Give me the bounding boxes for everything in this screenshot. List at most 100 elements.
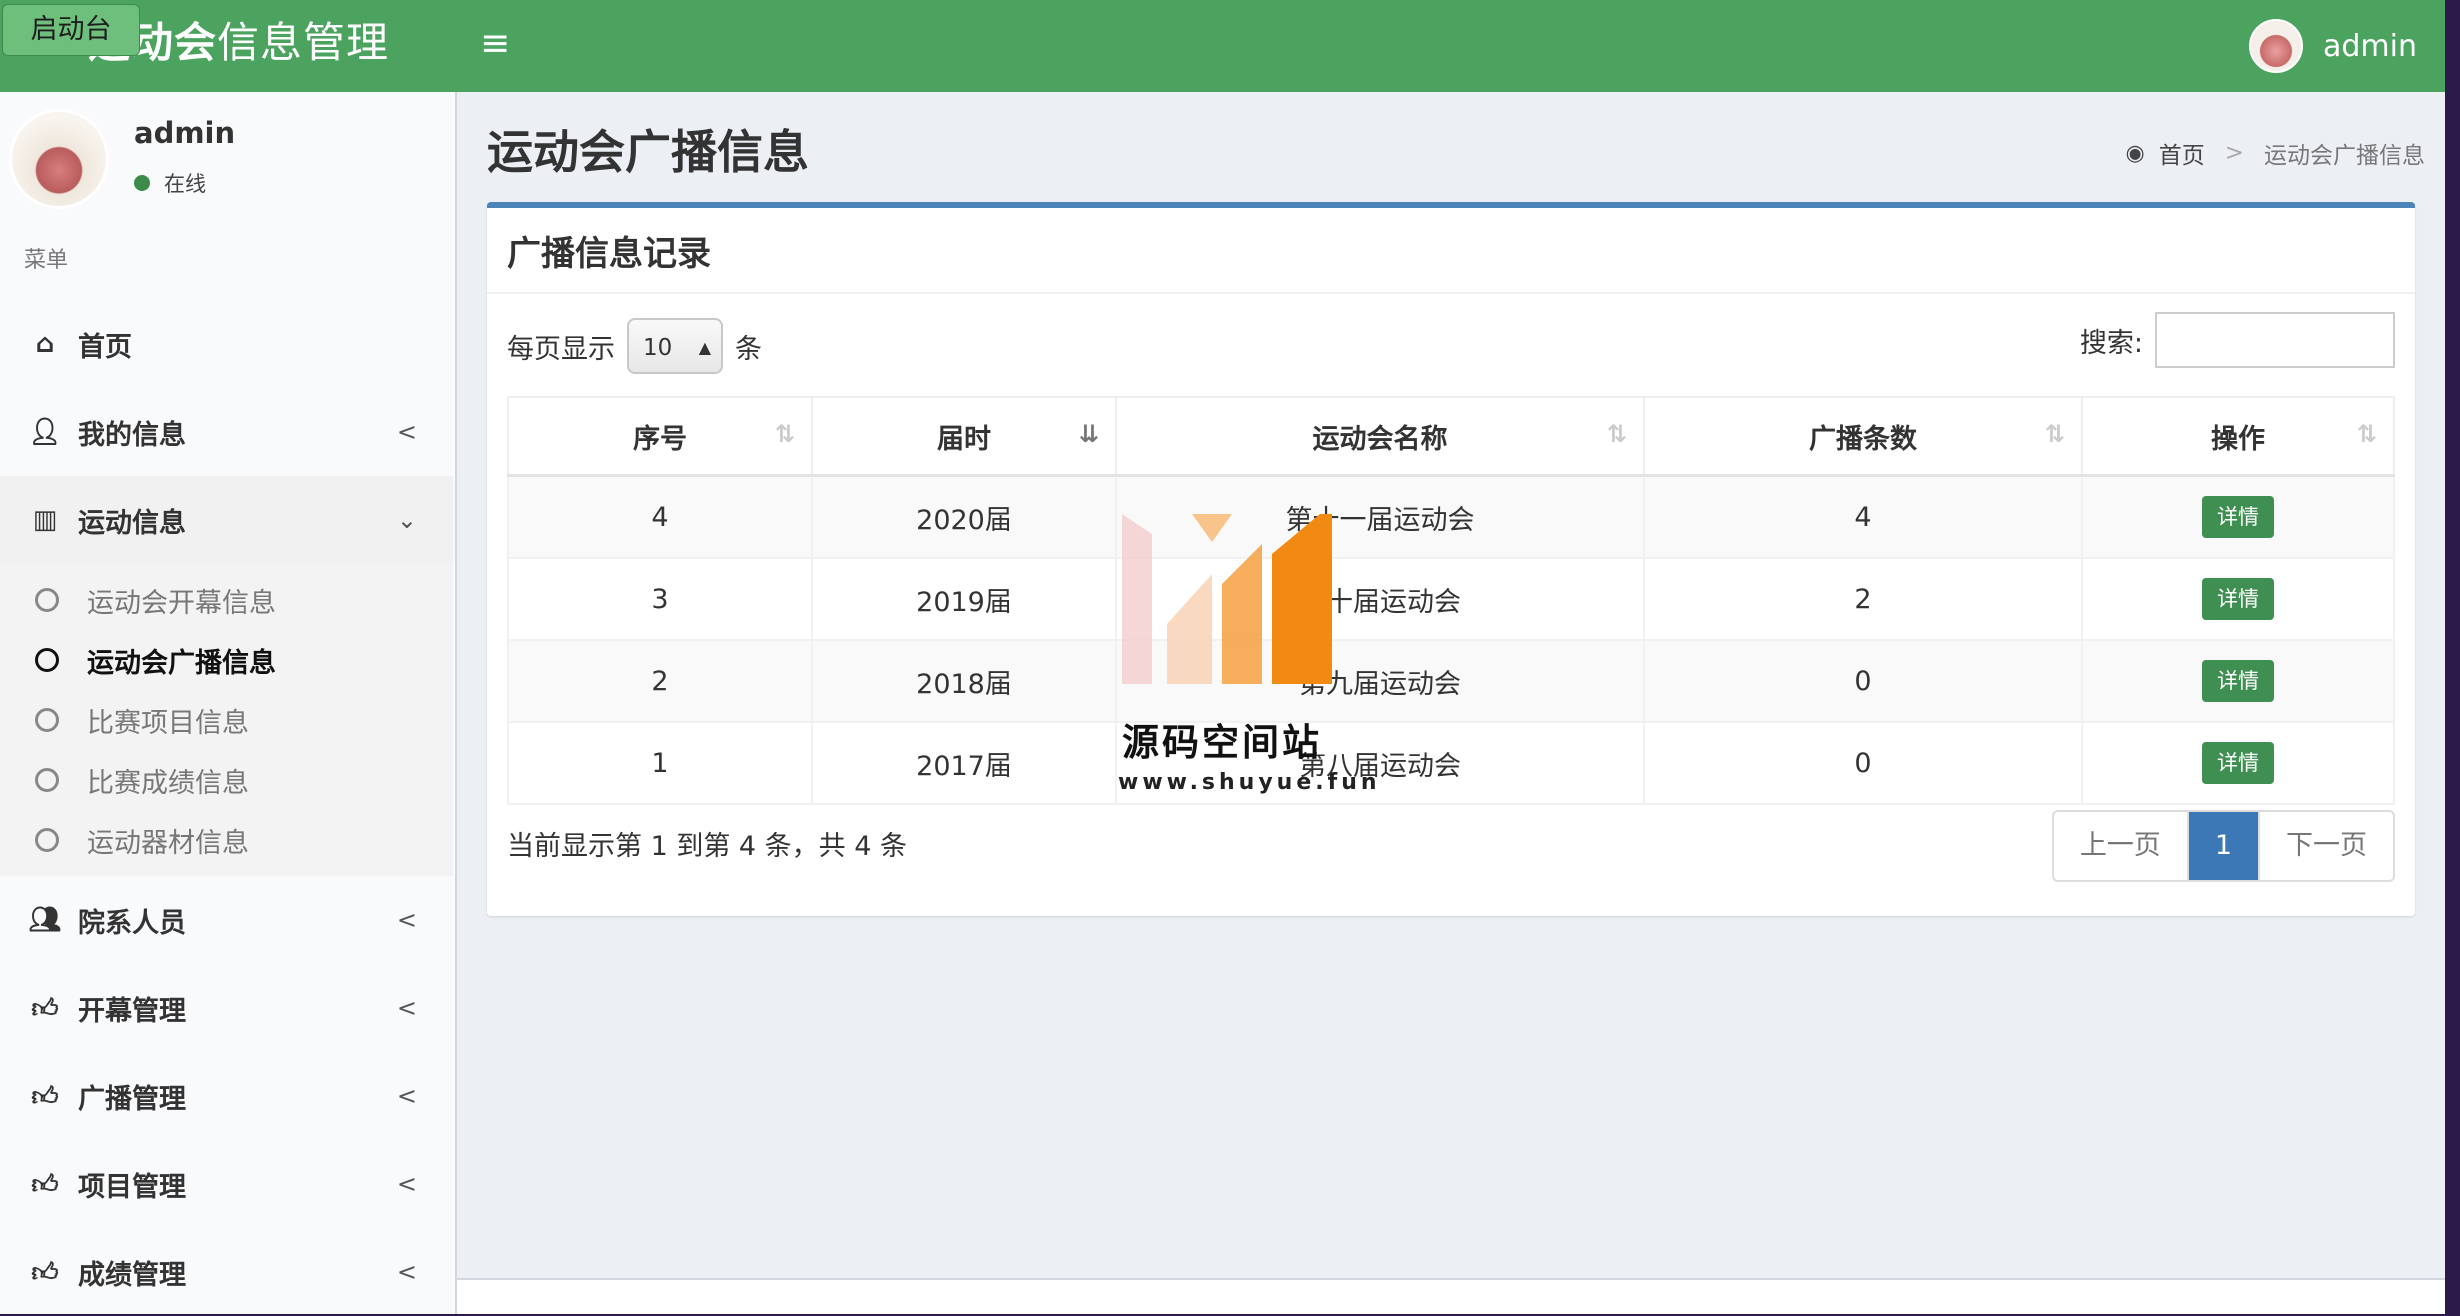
sidebar-item-label: 院系人员: [78, 907, 186, 939]
sidebar-item-department-staff[interactable]: 👥︎ 院系人员 <: [0, 876, 453, 964]
column-header-count[interactable]: 广播条数 ⇅: [1643, 396, 2083, 477]
detail-button[interactable]: 详情: [2202, 578, 2274, 620]
cell-id: 4: [507, 474, 813, 559]
bars-icon[interactable]: ≡: [480, 24, 510, 64]
column-label: 操作: [2211, 423, 2265, 455]
sidebar-item-label: 运动信息: [78, 507, 186, 539]
column-label: 届时: [937, 423, 991, 455]
table-row: 2 2018届 第九届运动会 0 详情: [507, 639, 2395, 723]
circle-icon: [35, 828, 59, 852]
sidebar-item-label: 开幕管理: [78, 995, 186, 1027]
watermark-text: 源码空间站: [1122, 721, 1322, 764]
pagination: 上一页 1 下一页: [2051, 810, 2395, 882]
sort-icon: ⇅: [2356, 420, 2377, 448]
sidebar-item-label: 成绩管理: [78, 1259, 186, 1291]
sort-icon: ⇅: [2044, 420, 2065, 448]
submenu-event-info[interactable]: 比赛项目信息: [0, 690, 453, 750]
avatar: [2249, 19, 2303, 73]
table-header-row: 序号 ⇅ 届时 ⇊ 运动会名称 ⇅ 广播条数 ⇅ 操作 ⇅: [507, 396, 2395, 477]
thumbs-up-icon: 👍︎: [31, 1081, 59, 1112]
detail-button[interactable]: 详情: [2202, 496, 2274, 538]
search-input[interactable]: [2155, 312, 2395, 368]
length-suffix: 条: [735, 333, 762, 365]
cell-action: 详情: [2081, 557, 2395, 641]
column-label: 广播条数: [1809, 423, 1917, 455]
main-content: 运动会广播信息 ◉ 首页 > 运动会广播信息 广播信息记录 每页显示 10 ▲ 条…: [457, 92, 2445, 1314]
page-title: 运动会广播信息: [487, 125, 809, 179]
status-text: 在线: [164, 172, 206, 196]
submenu-label: 运动会广播信息: [87, 647, 276, 679]
cell-year: 2020届: [811, 474, 1117, 559]
search-control: 搜索:: [2080, 312, 2395, 368]
user-icon: 👤︎: [28, 417, 62, 447]
circle-icon: [35, 768, 59, 792]
user-panel: admin 在线: [0, 92, 455, 222]
sidebar-item-label: 项目管理: [78, 1171, 186, 1203]
submenu-label: 运动器材信息: [87, 827, 249, 859]
sidebar-item-label: 我的信息: [78, 419, 186, 451]
dashboard-icon: ◉: [2125, 140, 2145, 166]
thumbs-up-icon: 👍︎: [31, 1169, 59, 1200]
top-user-menu[interactable]: admin: [2249, 18, 2417, 74]
sidebar-item-score-manage[interactable]: 👍︎ 成绩管理 <: [0, 1228, 453, 1316]
sidebar-user-name: admin: [134, 116, 236, 150]
breadcrumb-home[interactable]: 首页: [2159, 136, 2205, 170]
thumbs-up-icon: 👍︎: [31, 993, 59, 1024]
column-label: 运动会名称: [1312, 423, 1448, 455]
cell-count: 4: [1643, 474, 2083, 559]
online-status: 在线: [134, 168, 206, 198]
sidebar-item-opening-manage[interactable]: 👍︎ 开幕管理 <: [0, 964, 453, 1052]
column-header-year[interactable]: 届时 ⇊: [811, 396, 1117, 477]
chevron-left-icon: <: [396, 994, 417, 1022]
chevron-down-icon: ⌄: [396, 506, 417, 534]
detail-button[interactable]: 详情: [2202, 742, 2274, 784]
column-header-name[interactable]: 运动会名称 ⇅: [1115, 396, 1645, 477]
sidebar-item-project-manage[interactable]: 👍︎ 项目管理 <: [0, 1140, 453, 1228]
detail-button[interactable]: 详情: [2202, 660, 2274, 702]
launch-button[interactable]: 启动台: [2, 4, 140, 56]
circle-icon: [35, 588, 59, 612]
submenu-equipment-info[interactable]: 运动器材信息: [0, 810, 453, 870]
column-header-action[interactable]: 操作 ⇅: [2081, 396, 2395, 477]
home-icon: ⌂: [35, 329, 55, 359]
sidebar-item-sports-info[interactable]: ▥ 运动信息 ⌄: [0, 476, 453, 564]
cell-action: 详情: [2081, 474, 2395, 559]
page-length-value: 10: [643, 335, 673, 361]
sidebar-item-broadcast-manage[interactable]: 👍︎ 广播管理 <: [0, 1052, 453, 1140]
search-label: 搜索:: [2079, 327, 2143, 359]
sort-desc-icon: ⇊: [1078, 420, 1099, 448]
prev-page-button[interactable]: 上一页: [2054, 812, 2189, 880]
submenu-label: 比赛成绩信息: [87, 767, 249, 799]
column-header-id[interactable]: 序号 ⇅: [507, 396, 813, 477]
table-row: 4 2020届 第十一届运动会 4 详情: [507, 474, 2395, 559]
sidebar-nav: ⌂ 首页 👤︎ 我的信息 < ▥ 运动信息 ⌄ 运动会开幕信息 运动会广播信息 …: [0, 300, 453, 1316]
updown-arrow-icon: ▲: [698, 338, 711, 357]
column-label: 序号: [633, 423, 687, 455]
submenu-opening-info[interactable]: 运动会开幕信息: [0, 570, 453, 630]
submenu-broadcast-info[interactable]: 运动会广播信息: [0, 630, 453, 690]
page-length-select[interactable]: 10 ▲: [627, 318, 723, 374]
chevron-left-icon: <: [396, 1258, 417, 1286]
cell-id: 1: [507, 721, 813, 805]
submenu-result-info[interactable]: 比赛成绩信息: [0, 750, 453, 810]
users-icon: 👥︎: [28, 905, 62, 935]
sort-icon: ⇅: [1606, 420, 1627, 448]
menu-header: 菜单: [24, 248, 69, 273]
cell-id: 3: [507, 557, 813, 641]
sidebar-item-home[interactable]: ⌂ 首页: [0, 300, 453, 388]
watermark-url: www.shuyue.fun: [1118, 770, 1381, 795]
sidebar-item-label: 广播管理: [78, 1083, 186, 1115]
chevron-left-icon: <: [396, 1170, 417, 1198]
divider: [487, 292, 2415, 294]
chevron-left-icon: <: [396, 906, 417, 934]
next-page-button[interactable]: 下一页: [2260, 812, 2393, 880]
breadcrumb-current: 运动会广播信息: [2264, 143, 2425, 169]
cell-year: 2019届: [811, 557, 1117, 641]
sidebar-item-my-info[interactable]: 👤︎ 我的信息 <: [0, 388, 453, 476]
circle-icon: [35, 648, 59, 672]
page-button-current[interactable]: 1: [2188, 812, 2260, 880]
cell-year: 2018届: [811, 639, 1117, 723]
cell-count: 0: [1643, 639, 2083, 723]
box-title: 广播信息记录: [507, 234, 711, 274]
circle-icon: [35, 708, 59, 732]
